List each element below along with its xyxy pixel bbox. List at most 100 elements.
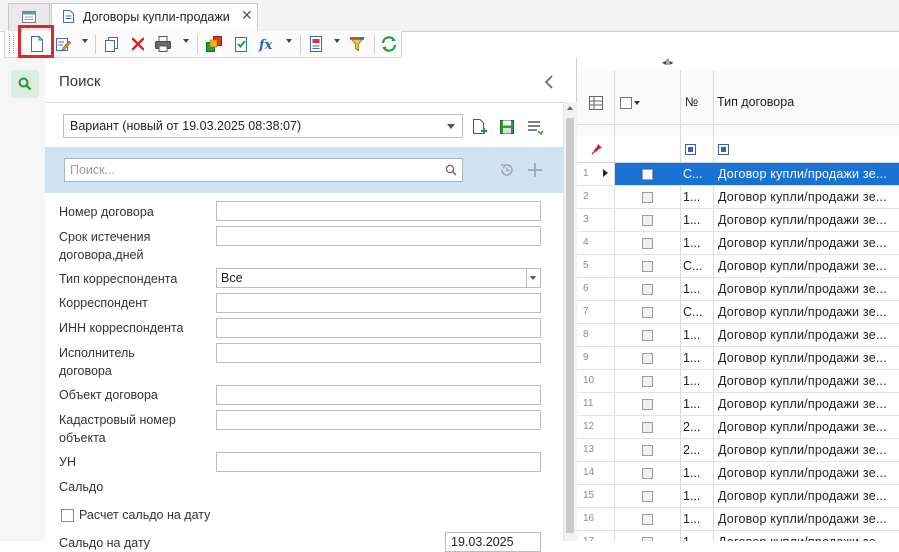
pin-icon[interactable]: [591, 143, 603, 155]
splitter-handle-icon[interactable]: ◂⦀▸: [662, 58, 674, 68]
cell-contract-number[interactable]: 1...: [683, 489, 711, 503]
cell-contract-number[interactable]: 2...: [683, 443, 711, 457]
scrollbar-thumb[interactable]: [566, 118, 574, 533]
table-row[interactable]: 3 1... Договор купли/продажи зе...: [577, 209, 899, 232]
dropdown-button[interactable]: [526, 269, 540, 287]
table-row[interactable]: 17 1... Договор купли/продажи зе...: [577, 531, 899, 541]
filter-operator-icon[interactable]: [718, 144, 729, 155]
table-row[interactable]: 5 С... Договор купли/продажи зе...: [577, 255, 899, 278]
cell-contract-type[interactable]: Договор купли/продажи зе...: [718, 420, 899, 434]
row-checkbox[interactable]: [642, 445, 653, 456]
table-row[interactable]: 15 1... Договор купли/продажи зе...: [577, 485, 899, 508]
row-checkbox[interactable]: [642, 353, 653, 364]
table-row[interactable]: 6 1... Договор купли/продажи зе...: [577, 278, 899, 301]
scroll-up-icon[interactable]: [567, 106, 573, 110]
cell-contract-type[interactable]: Договор купли/продажи зе...: [718, 282, 899, 296]
table-row[interactable]: 2 1... Договор купли/продажи зе...: [577, 186, 899, 209]
edit-icon[interactable]: [54, 35, 72, 53]
cell-contract-type[interactable]: Договор купли/продажи зе...: [718, 305, 899, 319]
cell-contract-number[interactable]: 1...: [683, 351, 711, 365]
un-input[interactable]: [216, 452, 541, 472]
row-checkbox[interactable]: [642, 238, 653, 249]
row-checkbox[interactable]: [642, 307, 653, 318]
cell-contract-type[interactable]: Договор купли/продажи зе...: [718, 374, 899, 388]
cell-contract-type[interactable]: Договор купли/продажи зе...: [718, 443, 899, 457]
row-checkbox[interactable]: [642, 468, 653, 479]
check-document-icon[interactable]: [232, 35, 250, 53]
table-row[interactable]: 4 1... Договор купли/продажи зе...: [577, 232, 899, 255]
export-icon[interactable]: [205, 35, 223, 53]
contract-executor-input[interactable]: [216, 343, 541, 363]
edit-dropdown-arrow[interactable]: [82, 39, 88, 43]
cell-contract-type[interactable]: Договор купли/продажи зе...: [718, 397, 899, 411]
cell-contract-number[interactable]: 1...: [683, 236, 711, 250]
variant-list-icon[interactable]: [526, 119, 544, 135]
cell-contract-number[interactable]: 1...: [683, 466, 711, 480]
save-variant-icon[interactable]: [499, 119, 515, 135]
history-icon[interactable]: [499, 162, 515, 178]
row-checkbox[interactable]: [642, 537, 653, 541]
row-checkbox[interactable]: [642, 192, 653, 203]
row-checkbox[interactable]: [642, 422, 653, 433]
correspondent-input[interactable]: [216, 293, 541, 313]
row-checkbox[interactable]: [642, 284, 653, 295]
row-checkbox[interactable]: [642, 215, 653, 226]
collapse-panel-icon[interactable]: [544, 75, 554, 89]
cell-contract-type[interactable]: Договор купли/продажи зе...: [718, 512, 899, 526]
grid-settings-icon[interactable]: [589, 96, 603, 110]
formula-dropdown-arrow[interactable]: [286, 39, 292, 43]
cell-contract-number[interactable]: 1...: [683, 282, 711, 296]
column-header-number[interactable]: №: [685, 95, 698, 109]
row-checkbox[interactable]: [642, 514, 653, 525]
table-row[interactable]: 7 С... Договор купли/продажи зе...: [577, 301, 899, 324]
cell-contract-number[interactable]: С...: [683, 259, 711, 273]
chevron-down-icon[interactable]: [634, 101, 640, 105]
column-header-contract-type[interactable]: Тип договора: [717, 95, 794, 109]
contract-number-input[interactable]: [216, 201, 541, 221]
cadastral-number-input[interactable]: [216, 410, 541, 430]
table-row[interactable]: 13 2... Договор купли/продажи зе...: [577, 439, 899, 462]
formula-icon[interactable]: fx: [258, 35, 276, 53]
variant-select[interactable]: Вариант (новый от 19.03.2025 08:38:07): [63, 114, 463, 138]
table-row[interactable]: 12 2... Договор купли/продажи зе...: [577, 416, 899, 439]
cell-contract-number[interactable]: 1...: [683, 213, 711, 227]
cell-contract-type[interactable]: Договор купли/продажи зе...: [718, 351, 899, 365]
quick-search-input[interactable]: Поиск...: [64, 158, 463, 182]
table-row[interactable]: 11 1... Договор купли/продажи зе...: [577, 393, 899, 416]
cell-contract-number[interactable]: 2...: [683, 420, 711, 434]
refresh-icon[interactable]: [380, 35, 398, 53]
table-row[interactable]: 8 1... Договор купли/продажи зе...: [577, 324, 899, 347]
cell-contract-type[interactable]: Договор купли/продажи зе...: [718, 190, 899, 204]
table-row[interactable]: 10 1... Договор купли/продажи зе...: [577, 370, 899, 393]
contract-object-input[interactable]: [216, 385, 541, 405]
search-panel-toggle[interactable]: [11, 70, 39, 98]
row-checkbox[interactable]: [642, 261, 653, 272]
saldo-date-checkbox[interactable]: [61, 509, 74, 522]
print-icon[interactable]: [154, 35, 172, 53]
table-row[interactable]: 16 1... Договор купли/продажи зе...: [577, 508, 899, 531]
expiry-days-input[interactable]: [216, 226, 541, 246]
cell-contract-type[interactable]: Договор купли/продажи зе...: [718, 328, 899, 342]
report-icon[interactable]: [307, 35, 325, 53]
cell-contract-number[interactable]: 1...: [683, 535, 711, 541]
table-row[interactable]: 14 1... Договор купли/продажи зе...: [577, 462, 899, 485]
row-checkbox[interactable]: [642, 330, 653, 341]
tab-sales-contracts[interactable]: Договоры купли-продажи ✕: [51, 3, 258, 31]
cell-contract-number[interactable]: 1...: [683, 328, 711, 342]
print-dropdown-arrow[interactable]: [183, 39, 189, 43]
select-all-checkbox[interactable]: [620, 97, 632, 109]
saldo-date-input[interactable]: 19.03.2025: [445, 532, 541, 552]
copy-icon[interactable]: [103, 35, 121, 53]
cell-contract-number[interactable]: 1...: [683, 397, 711, 411]
filter-operator-icon[interactable]: [685, 144, 696, 155]
cell-contract-number[interactable]: С...: [683, 305, 711, 319]
add-variant-icon[interactable]: [472, 118, 488, 136]
cell-contract-number[interactable]: 1...: [683, 190, 711, 204]
cell-contract-type[interactable]: Договор купли/продажи зе...: [718, 259, 899, 273]
row-checkbox[interactable]: [642, 376, 653, 387]
cell-contract-number[interactable]: С...: [683, 167, 711, 181]
cell-contract-number[interactable]: 1...: [683, 512, 711, 526]
correspondent-inn-input[interactable]: [216, 318, 541, 338]
row-checkbox[interactable]: [642, 399, 653, 410]
add-condition-icon[interactable]: [527, 162, 543, 178]
